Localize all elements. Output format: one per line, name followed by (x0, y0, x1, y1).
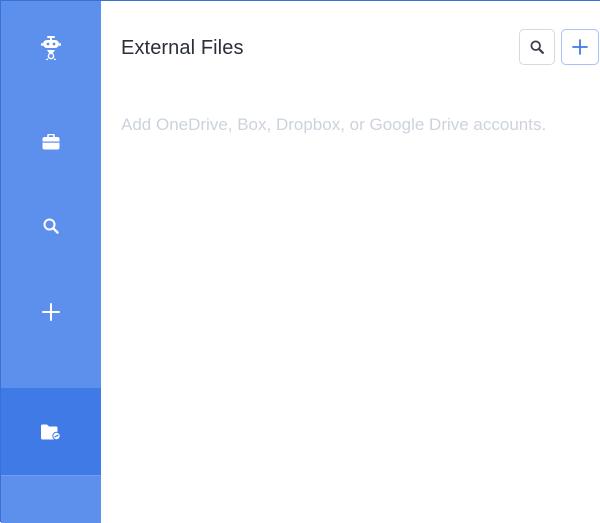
robot-logo-icon (41, 36, 61, 60)
add-account-button[interactable] (561, 29, 599, 65)
search-icon (530, 40, 544, 54)
search-button[interactable] (519, 29, 555, 65)
plus-icon (572, 39, 588, 55)
sidebar-item-search[interactable] (1, 201, 101, 251)
sidebar-item-briefcase[interactable] (1, 117, 101, 167)
empty-state-message: Add OneDrive, Box, Dropbox, or Google Dr… (121, 115, 547, 134)
header-actions (519, 29, 599, 65)
app-window: External Files Add OneDrive, Box, Dropbo… (0, 0, 600, 523)
sidebar-item-add[interactable] (1, 287, 101, 337)
search-icon (43, 218, 59, 234)
page-title: External Files (121, 37, 244, 59)
plus-icon (42, 303, 60, 321)
folder-link-icon (41, 424, 61, 440)
sidebar (1, 1, 101, 523)
briefcase-icon (42, 134, 60, 150)
main-content: External Files Add OneDrive, Box, Dropbo… (101, 1, 600, 523)
sidebar-item-logo[interactable] (1, 23, 101, 73)
sidebar-divider (1, 475, 101, 476)
sidebar-item-external-files[interactable] (1, 388, 101, 475)
